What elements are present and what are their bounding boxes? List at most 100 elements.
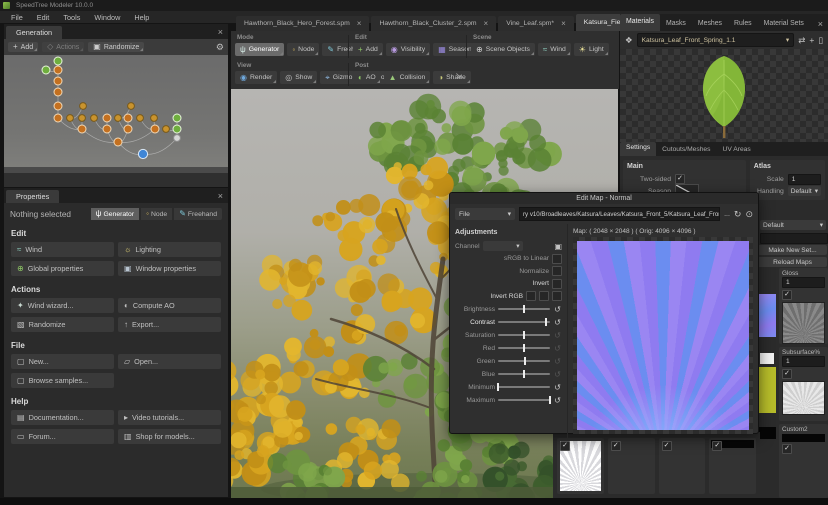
slider-handle[interactable] [523, 344, 525, 352]
randomize-button[interactable]: ▣ Randomize [88, 42, 144, 52]
custom2-color-bar[interactable] [782, 434, 825, 442]
material-select-dropdown[interactable]: Katsura_Leaf_Front_Spring_1.1 ▾ [637, 33, 795, 47]
slider-track-blue[interactable] [498, 373, 550, 375]
gloss-value-input[interactable]: 1 [782, 277, 825, 288]
generation-node[interactable] [124, 125, 132, 133]
video-tutorials-button[interactable]: ▸Video tutorials... [118, 410, 221, 425]
map-enabled-checkbox[interactable]: ✓ [611, 441, 621, 451]
map-cell[interactable]: ✓ [709, 438, 756, 494]
browse-samples-button[interactable]: ▢Browse samples... [11, 373, 114, 388]
slider-handle[interactable] [549, 396, 551, 404]
tab-cutouts-meshes[interactable]: Cutouts/Meshes [656, 144, 716, 156]
delete-material-icon[interactable]: ▯ [818, 35, 823, 46]
invert-g-checkbox[interactable] [539, 291, 549, 301]
window-properties-button[interactable]: ▣Window properties [118, 261, 221, 276]
color-swatch-black[interactable] [758, 427, 776, 439]
reset-icon[interactable]: ↺ [553, 331, 562, 340]
add-material-icon[interactable]: + [809, 35, 814, 45]
locate-icon[interactable]: ⊙ [745, 209, 753, 220]
generation-node[interactable] [54, 57, 62, 65]
slider-handle[interactable] [545, 318, 547, 326]
invert-b-checkbox[interactable] [552, 291, 562, 301]
slider-track-contrast[interactable] [498, 321, 550, 323]
slider-track-maximum[interactable] [498, 399, 550, 401]
two-sided-checkbox[interactable]: ✓ [675, 174, 685, 184]
map-cell[interactable]: ✓ [659, 438, 706, 494]
tab-uv-areas[interactable]: UV Areas [717, 144, 757, 156]
generation-node[interactable] [54, 77, 62, 85]
properties-mode-generator[interactable]: ψ Generator [91, 208, 139, 220]
visibility-button[interactable]: ◉Visibility [386, 43, 430, 56]
reset-icon[interactable]: ↺ [553, 357, 562, 366]
mode-node-button[interactable]: ◦Node [287, 43, 319, 56]
actions-button[interactable]: ◇ Actions [42, 42, 84, 52]
close-icon[interactable]: × [218, 190, 223, 203]
materials-tab-meshes[interactable]: Meshes [692, 16, 728, 31]
map-cell[interactable]: ✓ [608, 438, 655, 494]
tab-close-icon[interactable]: × [357, 19, 362, 28]
materials-tab-materials[interactable]: Materials [620, 14, 660, 31]
slider-track-minimum[interactable] [498, 386, 550, 388]
materials-tab-masks[interactable]: Masks [660, 16, 692, 31]
tab-close-icon[interactable]: × [484, 19, 489, 28]
make-new-set-button[interactable]: Make New Set... [758, 245, 827, 255]
handling-dropdown[interactable]: Default ▾ [788, 186, 821, 196]
generation-node[interactable] [151, 115, 158, 122]
generation-node[interactable] [124, 114, 132, 122]
generation-node[interactable] [138, 149, 147, 158]
generation-panel-tab[interactable]: Generation [6, 26, 62, 39]
compute-ao-button[interactable]: ◐Compute AO [118, 298, 221, 313]
collision-button[interactable]: ▲Collision [384, 71, 431, 84]
documentation-button[interactable]: ▤Documentation... [11, 410, 114, 425]
close-icon[interactable]: × [818, 18, 823, 31]
normalize-checkbox[interactable] [552, 266, 562, 276]
copy-icon[interactable]: ▣ [554, 242, 562, 251]
node-graph[interactable] [4, 55, 228, 167]
mode-generator-button[interactable]: ψGenerator [235, 43, 284, 56]
materials-tab-material-sets[interactable]: Material Sets [758, 16, 810, 31]
generation-node[interactable] [174, 135, 181, 142]
refresh-icon[interactable]: ↻ [734, 209, 742, 220]
export-button[interactable]: ↑Export... [118, 317, 221, 332]
wind-wizard-button[interactable]: ✦Wind wizard... [11, 298, 114, 313]
generation-node[interactable] [173, 125, 181, 133]
color-swatch-yellow-green[interactable] [758, 367, 776, 413]
swap-material-icon[interactable]: ⇄ [798, 35, 805, 46]
gear-icon[interactable]: ⚙ [216, 42, 224, 53]
tab-close-icon[interactable]: × [561, 19, 566, 28]
document-tab[interactable]: Hawthorn_Black_Cluster_2.spm× [371, 16, 496, 31]
reset-icon[interactable]: ↺ [553, 396, 562, 405]
custom2-enabled-checkbox[interactable]: ✓ [782, 444, 792, 454]
map-enabled-checkbox[interactable]: ✓ [712, 441, 722, 451]
file-path-input[interactable]: ry v10/Broadleaves/Katsura/Leaves/Katsur… [519, 207, 720, 221]
subsurface-enabled-checkbox[interactable]: ✓ [782, 369, 792, 379]
generation-node[interactable] [137, 115, 144, 122]
generation-node[interactable] [54, 88, 62, 96]
channel-dropdown[interactable]: ▾ [483, 241, 523, 251]
render-button[interactable]: ◉Render [235, 71, 277, 84]
subsurface-map-cell[interactable]: Subsurface% 1 ✓ [779, 347, 828, 421]
file-source-dropdown[interactable]: File ▾ [455, 208, 515, 220]
generation-node[interactable] [114, 138, 122, 146]
menu-help[interactable]: Help [127, 13, 156, 22]
add-node-button[interactable]: + Add [8, 42, 38, 52]
pan-hand-icon[interactable]: ❖ [625, 35, 633, 46]
reload-maps-button[interactable]: Reload Maps [758, 257, 827, 267]
wind-button[interactable]: ≈Wind [538, 43, 571, 56]
invert-checkbox[interactable] [552, 279, 562, 289]
subsurface-map-thumbnail[interactable] [782, 381, 825, 415]
scene-objects-button[interactable]: ⊕Scene Objects [471, 43, 535, 56]
lighting-button[interactable]: ☼Lighting [118, 242, 221, 257]
properties-mode-freehand[interactable]: ✎ Freehand [174, 208, 222, 220]
menu-window[interactable]: Window [87, 13, 127, 22]
close-icon[interactable]: × [218, 26, 223, 39]
generation-node[interactable] [91, 115, 98, 122]
add-button[interactable]: +Add [353, 43, 383, 56]
generation-node[interactable] [42, 66, 50, 74]
properties-mode-node[interactable]: ◦ Node [141, 208, 172, 220]
scale-input[interactable]: 1 [788, 174, 821, 185]
browse-button[interactable]: ... [724, 211, 730, 218]
generation-node[interactable] [103, 114, 111, 122]
normal-map-sliver[interactable] [758, 294, 776, 337]
slider-track-saturation[interactable] [498, 334, 550, 336]
